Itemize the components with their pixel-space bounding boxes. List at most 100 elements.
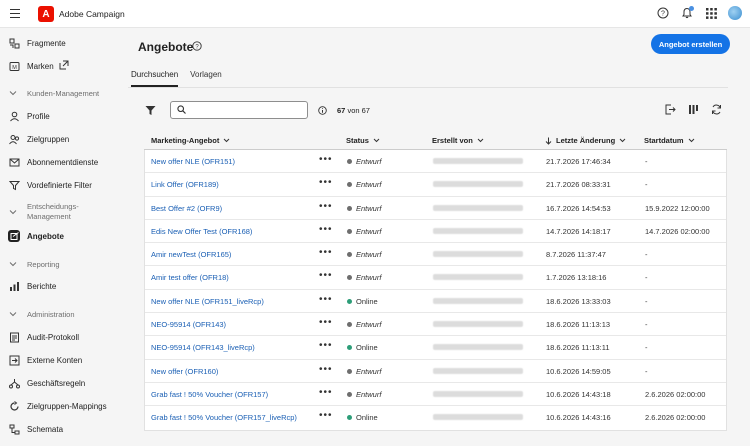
table-row[interactable]: New offer (OFR160) ••• Entwurf 10.6.2026 14… [145,360,726,383]
sidebar-item-offers[interactable]: Angebote [8,227,126,245]
offer-name-link[interactable]: New offer NLE (OFR151) [151,157,235,166]
more-actions-icon[interactable]: ••• [319,201,333,212]
last-modified: 8.7.2026 11:37:47 [546,250,606,260]
info-icon[interactable] [318,106,327,117]
refresh-icon[interactable] [711,104,722,115]
offer-name-link[interactable]: New offer (OFR160) [151,367,218,376]
status-dot [347,205,352,211]
help-icon[interactable]: ? [656,6,670,20]
status-badge: Online [347,343,378,352]
status-badge: Entwurf [347,273,381,282]
offer-name-link[interactable]: Edis New Offer Test (OFR168) [151,227,252,236]
column-header-name[interactable]: Marketing-Angebot [151,136,230,145]
sidebar-item-external-accounts[interactable]: Externe Konten [8,351,126,369]
sidebar-item-profiles[interactable]: Profile [8,107,126,125]
table-row[interactable]: NEO-95914 (OFR143_liveRcp) ••• Online 18.6.… [145,336,726,360]
sort-descending-icon [545,137,552,145]
sidebar-item-fragments[interactable]: Fragmente [8,34,126,52]
offer-name-link[interactable]: Amir test offer (OFR18) [151,273,229,282]
sidebar-item-audit-log[interactable]: Audit-Protokoll [8,328,126,346]
sidebar-item-subscriptions[interactable]: Abonnementdienste [8,153,126,171]
more-actions-icon[interactable]: ••• [319,224,333,235]
help-icon[interactable]: ? [192,41,202,53]
app-brand[interactable]: A Adobe Campaign [38,6,125,22]
offer-name-link[interactable]: New offer NLE (OFR151_liveRcp) [151,297,264,306]
column-header-creator[interactable]: Erstellt von [432,136,484,145]
sidebar-item-predefined-filters[interactable]: Vordefinierte Filter [8,176,126,194]
user-avatar[interactable] [728,6,742,20]
sidebar-item-audiences[interactable]: Zielgruppen [8,130,126,148]
status-dot [347,275,352,281]
mapping-icon [8,400,20,412]
table-row[interactable]: Grab fast ! 50% Voucher (OFR157_liveRcp)… [145,406,726,429]
last-modified: 21.7.2026 17:46:34 [546,157,611,166]
status-dot [347,298,352,304]
app-switcher-icon[interactable] [704,6,718,20]
table-row[interactable]: New offer NLE (OFR151) ••• Entwurf 21.7.202… [145,150,726,174]
menu-icon[interactable] [10,9,20,18]
adobe-logo-icon: A [38,6,54,22]
more-actions-icon[interactable]: ••• [319,387,333,398]
column-header-modified[interactable]: Letzte Änderung [545,136,626,145]
sidebar-section-admin[interactable]: Administration [8,309,126,319]
section-label: Administration [27,309,75,319]
more-actions-icon[interactable]: ••• [319,410,333,421]
offer-name-link[interactable]: Grab fast ! 50% Voucher (OFR157_liveRcp) [151,413,297,422]
more-actions-icon[interactable]: ••• [319,340,333,351]
tab-browse[interactable]: Durchsuchen [131,68,179,87]
table-row[interactable]: Best Offer #2 (OFR9) ••• Entwurf 16.7.2026 … [145,197,726,220]
sidebar-section-reporting[interactable]: Reporting [8,259,126,269]
more-actions-icon[interactable]: ••• [319,154,333,165]
table-row[interactable]: Amir newTest (OFR165) ••• Entwurf 8.7.2026 … [145,243,726,267]
sidebar-item-reports[interactable]: Berichte [8,277,126,295]
search-input[interactable] [190,105,300,115]
offer-name-link[interactable]: NEO-95914 (OFR143) [151,320,226,329]
more-actions-icon[interactable]: ••• [319,317,333,328]
table-row[interactable]: Amir test offer (OFR18) ••• Entwurf 1.7.202… [145,266,726,290]
status-label: Entwurf [356,366,382,376]
creator-redacted [433,227,523,234]
creator-redacted [433,367,523,374]
sidebar-item-business-rules[interactable]: Geschäftsregeln [8,374,126,392]
status-label: Entwurf [356,250,382,260]
offer-name-link[interactable]: Link Offer (OFR189) [151,180,219,189]
table-row[interactable]: Link Offer (OFR189) ••• Entwurf 21.7.2026 0… [145,173,726,197]
start-date: 2.6.2026 02:00:00 [645,413,706,423]
more-actions-icon[interactable]: ••• [319,177,333,188]
creator-redacted [433,390,523,397]
offer-name-link[interactable]: NEO-95914 (OFR143_liveRcp) [151,343,255,352]
sidebar-section-decision[interactable]: Entscheidungs- Management [8,202,126,222]
filter-icon[interactable] [145,105,156,118]
search-box[interactable] [170,101,308,119]
sidebar-item-schemas[interactable]: Schemata [8,420,126,438]
more-actions-icon[interactable]: ••• [319,294,333,305]
chevron-down-icon [8,309,18,319]
tab-templates[interactable]: Vorlagen [190,68,222,87]
table-row[interactable]: Edis New Offer Test (OFR168) ••• Entwurf 14… [145,220,726,244]
column-header-status[interactable]: Status [346,136,380,145]
sidebar-item-audience-mappings[interactable]: Zielgruppen-Mappings [8,397,126,415]
create-offer-button[interactable]: Angebot erstellen [651,34,730,54]
more-actions-icon[interactable]: ••• [319,364,333,375]
offer-name-link[interactable]: Best Offer #2 (OFR9) [151,204,222,213]
column-settings-icon[interactable] [688,104,699,115]
export-icon[interactable] [665,104,676,115]
status-dot [347,159,352,164]
more-actions-icon[interactable]: ••• [319,270,333,281]
status-label: Entwurf [356,389,382,399]
offer-name-link[interactable]: Grab fast ! 50% Voucher (OFR157) [151,390,268,399]
creator-redacted [433,181,523,188]
column-header-start[interactable]: Startdatum [644,136,695,145]
sidebar-item-brands[interactable]: M Marken [8,57,126,75]
notification-bell-icon[interactable] [680,6,694,20]
more-actions-icon[interactable]: ••• [319,247,333,258]
top-bar: A Adobe Campaign ? [0,0,750,28]
table-row[interactable]: Grab fast ! 50% Voucher (OFR157) ••• Entwu… [145,383,726,407]
sidebar-section-customer[interactable]: Kunden-Management [8,88,126,98]
svg-text:M: M [12,65,17,71]
sidebar-item-label: Fragmente [27,38,66,48]
table-row[interactable]: New offer NLE (OFR151_liveRcp) ••• Online 1… [145,290,726,314]
table-row[interactable]: NEO-95914 (OFR143) ••• Entwurf 18.6.2026 11… [145,313,726,337]
sidebar-item-label: Abonnementdienste [27,157,99,167]
offer-name-link[interactable]: Amir newTest (OFR165) [151,250,231,259]
